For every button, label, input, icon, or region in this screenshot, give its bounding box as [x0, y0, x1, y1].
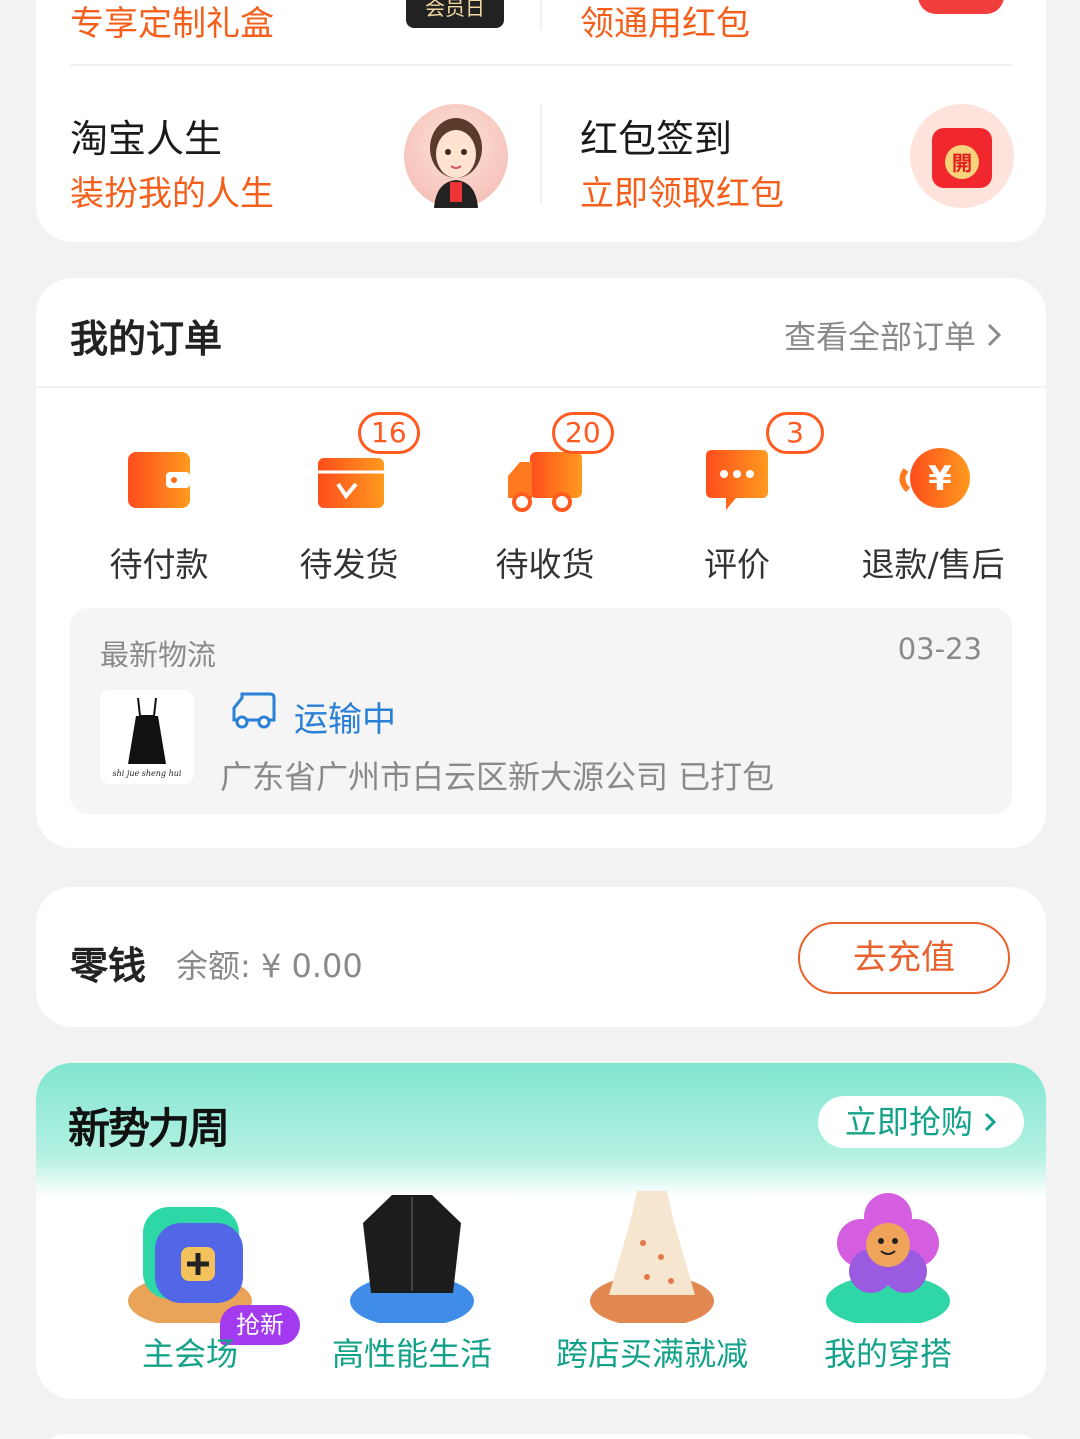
buy-now-button[interactable]: 立即抢购 — [818, 1096, 1024, 1148]
promo-card: 专享定制礼盒 会员日 领通用红包 淘宝人生 装扮我的人生 红包签到 立即领取红包… — [36, 0, 1046, 242]
refund-icon: ¥ — [888, 436, 978, 516]
svg-text:shi jue sheng hui: shi jue sheng hui — [113, 769, 182, 778]
buy-now-label: 立即抢购 — [844, 1103, 973, 1141]
new-item-label: 主会场 — [141, 1335, 238, 1373]
logistics-address: 广东省广州市白云区新大源公司 已打包 — [220, 758, 775, 796]
dress-icon — [577, 1183, 727, 1327]
wallet-title: 零钱 — [70, 944, 147, 988]
wallet-card: 零钱 余额: ¥ 0.00 去充值 — [36, 887, 1046, 1027]
shirt-icon — [337, 1183, 487, 1327]
divider — [70, 64, 1012, 66]
truck-outline-icon — [228, 688, 276, 732]
orders-title: 我的订单 — [70, 317, 223, 361]
member-day-badge: 会员日 — [406, 0, 504, 28]
product-thumbnail: shi jue sheng hui — [100, 690, 194, 784]
order-item-label: 评价 — [704, 545, 770, 584]
logistics-date: 03-23 — [897, 632, 982, 666]
order-item-label: 待发货 — [299, 545, 399, 584]
order-item-label: 待收货 — [495, 545, 595, 584]
promo-subtitle: 领通用红包 — [580, 4, 750, 44]
new-season-card: 新势力周 立即抢购 抢新款 主会场 高性能生活 跨店买满就减 我的穿搭 — [36, 1063, 1046, 1399]
order-refund-aftersale[interactable]: ¥ 退款/售后 — [838, 428, 1028, 588]
order-item-label: 待付款 — [109, 545, 209, 584]
wallet-balance: 余额: ¥ 0.00 — [176, 947, 363, 985]
divider — [540, 104, 542, 204]
logistics-title: 最新物流 — [100, 638, 217, 672]
new-item-performance-life[interactable]: 高性能生活 — [302, 1183, 522, 1383]
view-all-orders-link[interactable]: 查看全部订单 — [784, 312, 1002, 358]
new-item-my-outfit[interactable]: 我的穿搭 — [778, 1183, 998, 1383]
chevron-right-icon — [986, 318, 1002, 356]
new-item-main-venue[interactable]: 抢新款 主会场 — [80, 1183, 300, 1383]
promo-subtitle: 装扮我的人生 — [70, 174, 274, 214]
svg-text:¥: ¥ — [928, 459, 952, 499]
new-item-cross-store-discount[interactable]: 跨店买满就减 — [542, 1183, 762, 1383]
divider — [540, 0, 542, 30]
new-item-label: 跨店买满就减 — [555, 1335, 748, 1373]
next-card — [36, 1434, 1046, 1439]
promo-title: 淘宝人生 — [70, 117, 223, 161]
svg-text:開: 開 — [952, 151, 972, 175]
new-season-logo: 新势力周 — [68, 1104, 230, 1153]
order-pending-payment[interactable]: 待付款 — [64, 428, 254, 588]
recharge-button[interactable]: 去充值 — [798, 922, 1010, 994]
promo-subtitle: 立即领取红包 — [580, 174, 784, 214]
view-all-orders-label: 查看全部订单 — [783, 318, 976, 356]
wallet-icon — [114, 436, 204, 516]
new-item-label: 高性能生活 — [331, 1335, 492, 1373]
red-packet-icon — [918, 0, 1004, 14]
comment-icon — [692, 436, 782, 516]
order-item-label: 退款/售后 — [861, 545, 1005, 584]
count-badge: 16 — [358, 412, 420, 454]
avatar-figure-icon — [404, 104, 508, 208]
flower-face-icon — [813, 1183, 963, 1327]
order-pending-receipt[interactable]: 20 待收货 — [450, 412, 640, 588]
promo-title: 红包签到 — [580, 117, 733, 161]
orders-header: 我的订单 查看全部订单 — [36, 278, 1046, 388]
house-plus-icon — [115, 1183, 265, 1327]
new-item-label: 我的穿搭 — [823, 1335, 952, 1373]
count-badge: 20 — [552, 412, 614, 454]
orders-card: 我的订单 查看全部订单 待付款 16 待发货 20 待收货 3 评价 ¥ 退款/… — [36, 278, 1046, 848]
logistics-status: 运输中 — [294, 700, 396, 740]
red-envelope-icon: 開 — [910, 104, 1014, 208]
order-review[interactable]: 3 评价 — [642, 412, 832, 588]
order-pending-shipment[interactable]: 16 待发货 — [254, 412, 444, 588]
promo-subtitle: 专享定制礼盒 — [70, 4, 274, 44]
chevron-right-icon — [983, 1103, 997, 1141]
count-badge: 3 — [766, 412, 824, 454]
latest-logistics[interactable]: 最新物流 03-23 shi jue sheng hui 运输中 广东省广州市白… — [70, 608, 1012, 814]
